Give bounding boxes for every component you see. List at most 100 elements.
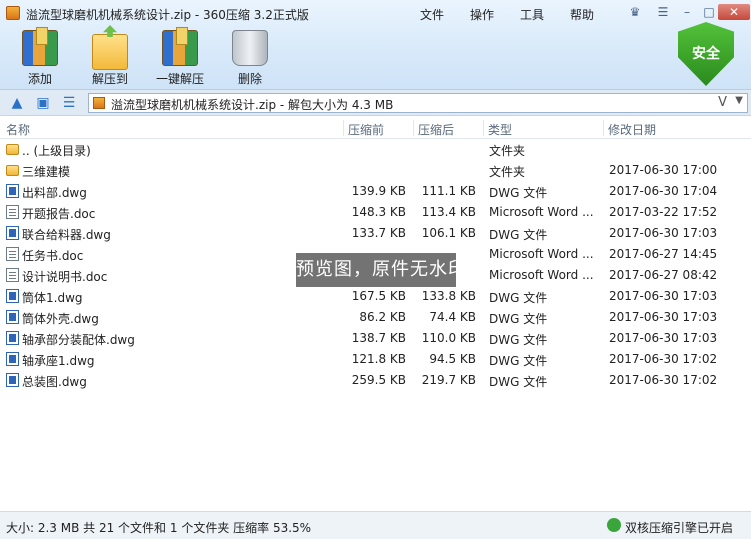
size-after: 113.4 KB [421,205,476,219]
menu-file[interactable]: 文件 [420,6,444,23]
engine-status-icon [607,518,621,532]
modified-date: 2017-06-30 17:03 [609,226,718,240]
table-row[interactable]: 联合给料器.dwg 133.7 KB 106.1 KB DWG 文件 2017-06-3… [0,223,751,244]
file-type: Microsoft Word ... [489,247,594,261]
dwg-file-icon [6,226,19,240]
size-before: 139.9 KB [351,184,406,198]
file-name: 联合给料器.dwg [22,228,111,242]
folder-icon [6,144,19,155]
modified-date: 2017-06-30 17:03 [609,310,718,324]
extract-to-button[interactable]: 解压到 [78,30,142,87]
add-label: 添加 [27,72,52,86]
watermark-overlay: 预览图，原件无水印 [296,253,456,287]
list-view-icon[interactable]: ☰ [60,94,78,112]
file-type: 文件夹 [489,165,526,179]
file-name: 设计说明书.doc [22,270,108,284]
size-after: 111.1 KB [421,184,476,198]
file-type: DWG 文件 [489,228,548,242]
status-bar: 大小: 2.3 MB 共 21 个文件和 1 个文件夹 压缩率 53.5% 双核… [0,511,751,539]
delete-button[interactable]: 删除 [218,30,282,87]
size-before: 148.3 KB [351,205,406,219]
table-row[interactable]: 轴承部分装配体.dwg 138.7 KB 110.0 KB DWG 文件 2017-06… [0,328,751,349]
extract-folder-icon [92,34,128,70]
table-row[interactable]: 筒体1.dwg 167.5 KB 133.8 KB DWG 文件 2017-06-30 … [0,286,751,307]
word-doc-icon [6,268,19,282]
dwg-file-icon [6,373,19,387]
address-v-icon[interactable]: V [718,95,727,110]
up-arrow-icon[interactable]: ▲ [8,94,26,112]
size-before: 121.8 KB [351,352,406,366]
status-summary: 大小: 2.3 MB 共 21 个文件和 1 个文件夹 压缩率 53.5% [6,521,312,535]
modified-date: 2017-06-30 17:04 [609,184,718,198]
column-divider [603,120,604,136]
address-text: 溢流型球磨机机械系统设计.zip - 解包大小为 4.3 MB [111,98,394,112]
table-row[interactable]: .. (上级目录) 文件夹 [0,139,751,160]
one-click-extract-button[interactable]: 一键解压 [148,27,212,87]
table-row[interactable]: 出料部.dwg 139.9 KB 111.1 KB DWG 文件 2017-06-30 … [0,181,751,202]
modified-date: 2017-06-30 17:03 [609,331,718,345]
file-type: DWG 文件 [489,312,548,326]
column-divider [413,120,414,136]
column-after[interactable]: 压缩后 [418,121,454,138]
skin-icon[interactable]: ♛ [624,4,646,20]
size-after: 74.4 KB [429,310,476,324]
extract-to-label: 解压到 [91,72,128,86]
column-divider [343,120,344,136]
title-and-toolbar-region: 溢流型球磨机机械系统设计.zip - 360压缩 3.2正式版 文件 操作 工具… [0,0,751,90]
file-type: DWG 文件 [489,333,548,347]
modified-date: 2017-06-30 17:02 [609,352,718,366]
minimize-icon[interactable]: – [676,4,698,20]
dwg-file-icon [6,331,19,345]
modified-date: 2017-06-27 08:42 [609,268,718,282]
column-name[interactable]: 名称 [6,121,30,138]
size-after: 106.1 KB [421,226,476,240]
file-name: 筒体外壳.dwg [22,312,99,326]
modified-date: 2017-03-22 17:52 [609,205,718,219]
menu-help[interactable]: 帮助 [570,6,594,23]
table-row[interactable]: 轴承座1.dwg 121.8 KB 94.5 KB DWG 文件 2017-06-30 … [0,349,751,370]
app-icon [6,6,20,20]
word-doc-icon [6,205,19,219]
size-before: 138.7 KB [351,331,406,345]
file-list: .. (上级目录) 文件夹 三维建模 文件夹 2017-06-30 17:00 出料部.d… [0,139,751,511]
table-row[interactable]: 总装图.dwg 259.5 KB 219.7 KB DWG 文件 2017-06-30 … [0,370,751,391]
delete-label: 删除 [237,72,262,86]
address-bar[interactable]: 溢流型球磨机机械系统设计.zip - 解包大小为 4.3 MB V ▼ [88,93,748,113]
file-name: 三维建模 [22,165,71,179]
settings-icon[interactable]: ☰ [652,4,674,20]
zip-icon [93,97,105,109]
column-before[interactable]: 压缩前 [348,121,384,138]
file-type: DWG 文件 [489,291,548,305]
file-name: 筒体1.dwg [22,291,83,305]
trash-icon [232,30,268,66]
file-type: DWG 文件 [489,354,548,368]
file-type: Microsoft Word ... [489,205,594,219]
dwg-file-icon [6,184,19,198]
close-icon[interactable]: ✕ [718,4,750,20]
column-date[interactable]: 修改日期 [608,121,656,138]
file-name: 总装图.dwg [22,375,87,389]
modified-date: 2017-06-30 17:02 [609,373,718,387]
file-type: DWG 文件 [489,186,548,200]
size-before: 259.5 KB [351,373,406,387]
modified-date: 2017-06-30 17:03 [609,289,718,303]
file-name: 任务书.doc [22,249,84,263]
dwg-file-icon [6,352,19,366]
menu-operate[interactable]: 操作 [470,6,494,23]
table-row[interactable]: 三维建模 文件夹 2017-06-30 17:00 [0,160,751,181]
column-type[interactable]: 类型 [488,121,512,138]
size-after: 133.8 KB [421,289,476,303]
security-shield-icon[interactable]: 安全 [678,22,734,86]
file-type: Microsoft Word ... [489,268,594,282]
column-divider [483,120,484,136]
table-row[interactable]: 筒体外壳.dwg 86.2 KB 74.4 KB DWG 文件 2017-06-30 1… [0,307,751,328]
size-after: 219.7 KB [421,373,476,387]
maximize-icon[interactable]: □ [698,4,720,20]
dwg-file-icon [6,310,19,324]
thumbnail-view-icon[interactable]: ▣ [34,94,52,112]
address-dropdown-icon[interactable]: ▼ [735,95,743,106]
add-button[interactable]: 添加 [8,27,72,87]
menu-tools[interactable]: 工具 [520,6,544,23]
table-row[interactable]: 开题报告.doc 148.3 KB 113.4 KB Microsoft Word .… [0,202,751,223]
add-icon [22,27,58,66]
